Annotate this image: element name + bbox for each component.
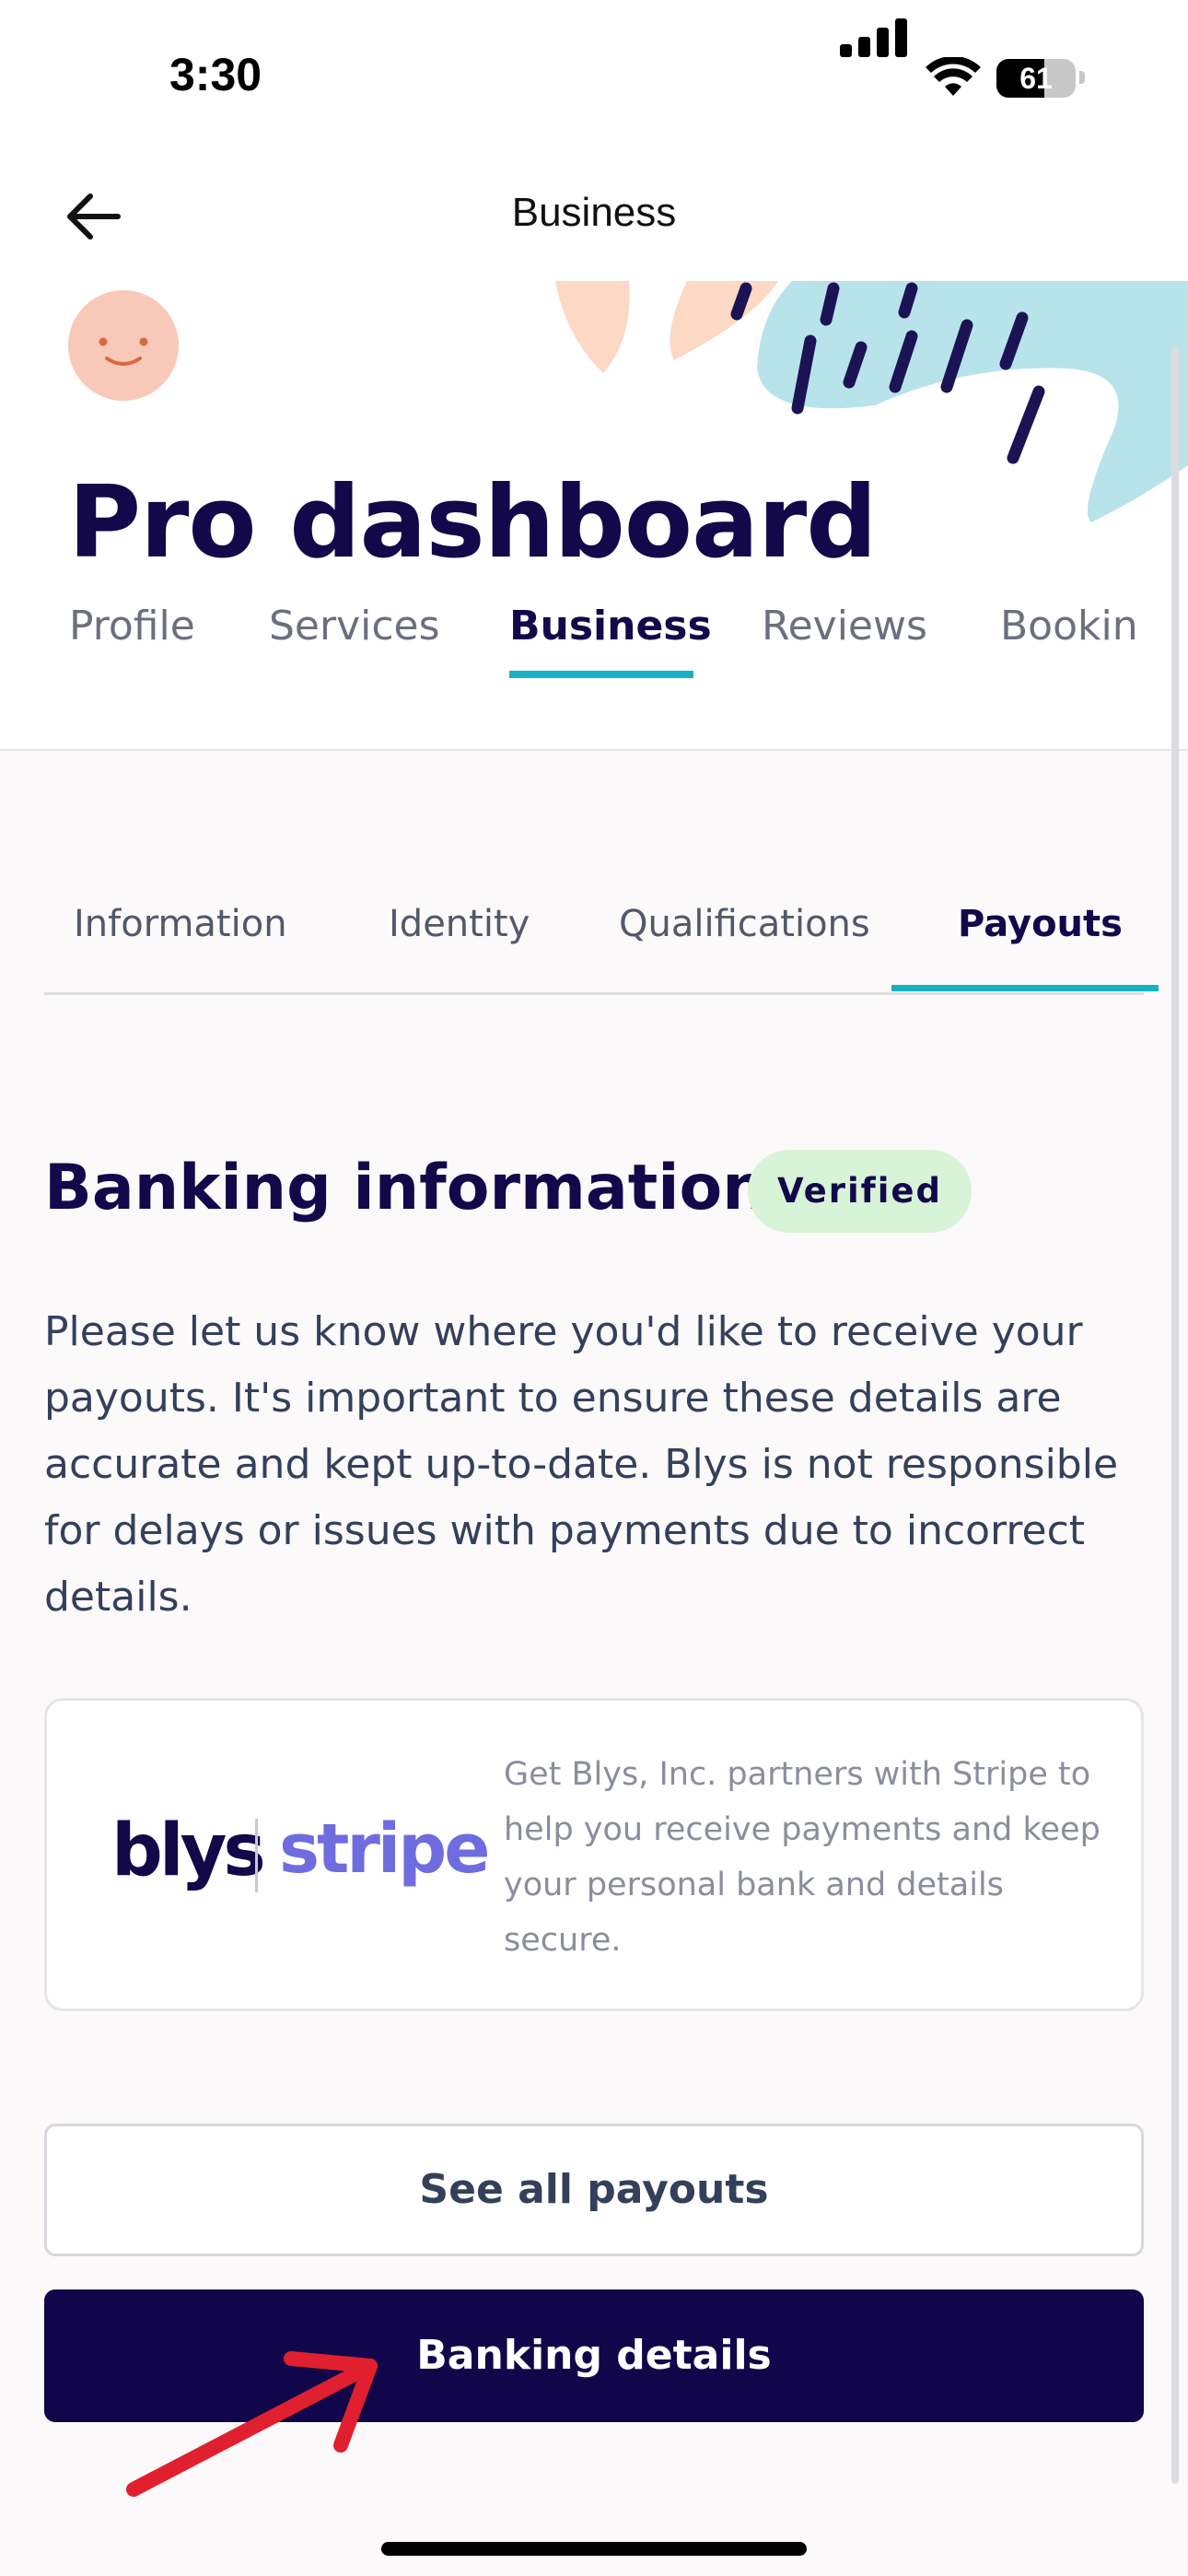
stripe-info-text: Get Blys, Inc. partners with Stripe to h… xyxy=(504,1756,1101,1959)
main-tab-bar: Profile Services Business Reviews Bookin xyxy=(0,599,1188,682)
banking-description: Please let us know where you'd like to r… xyxy=(44,1308,1119,1621)
tab-bookings[interactable]: Bookin xyxy=(1000,603,1138,650)
see-all-payouts-button[interactable]: See all payouts xyxy=(44,2124,1144,2256)
verified-badge: Verified xyxy=(748,1150,972,1233)
section-title: Banking information xyxy=(44,1152,767,1224)
battery-tip xyxy=(1079,71,1085,84)
subtab-qualifications[interactable]: Qualifications xyxy=(619,903,870,945)
tab-profile[interactable]: Profile xyxy=(69,603,195,650)
active-subtab-indicator xyxy=(891,985,1159,991)
stripe-info-card: blys stripe Get Blys, Inc. partners with… xyxy=(44,1698,1144,2011)
page-title: Pro dashboard xyxy=(68,465,878,580)
subtab-payouts[interactable]: Payouts xyxy=(958,903,1123,945)
active-tab-indicator xyxy=(509,671,693,678)
nav-title: Business xyxy=(511,190,677,235)
subtab-identity[interactable]: Identity xyxy=(389,903,530,945)
smiley-face-icon xyxy=(68,290,179,401)
home-indicator[interactable] xyxy=(381,2542,807,2556)
tab-business[interactable]: Business xyxy=(509,603,712,650)
tab-reviews[interactable]: Reviews xyxy=(762,603,927,650)
sub-tab-bar: Information Identity Qualifications Payo… xyxy=(44,894,1159,995)
status-time: 3:30 xyxy=(169,49,262,100)
stripe-logo: stripe xyxy=(279,1809,490,1889)
battery-icon: 61 xyxy=(996,59,1076,98)
tab-services[interactable]: Services xyxy=(269,603,440,650)
annotation-arrow-icon xyxy=(126,2351,378,2497)
subtab-information[interactable]: Information xyxy=(74,903,287,945)
blys-logo: blys xyxy=(111,1809,266,1892)
wifi-icon xyxy=(926,57,981,96)
logo-divider xyxy=(255,1819,258,1892)
battery-level-text: 61 xyxy=(1019,62,1053,95)
